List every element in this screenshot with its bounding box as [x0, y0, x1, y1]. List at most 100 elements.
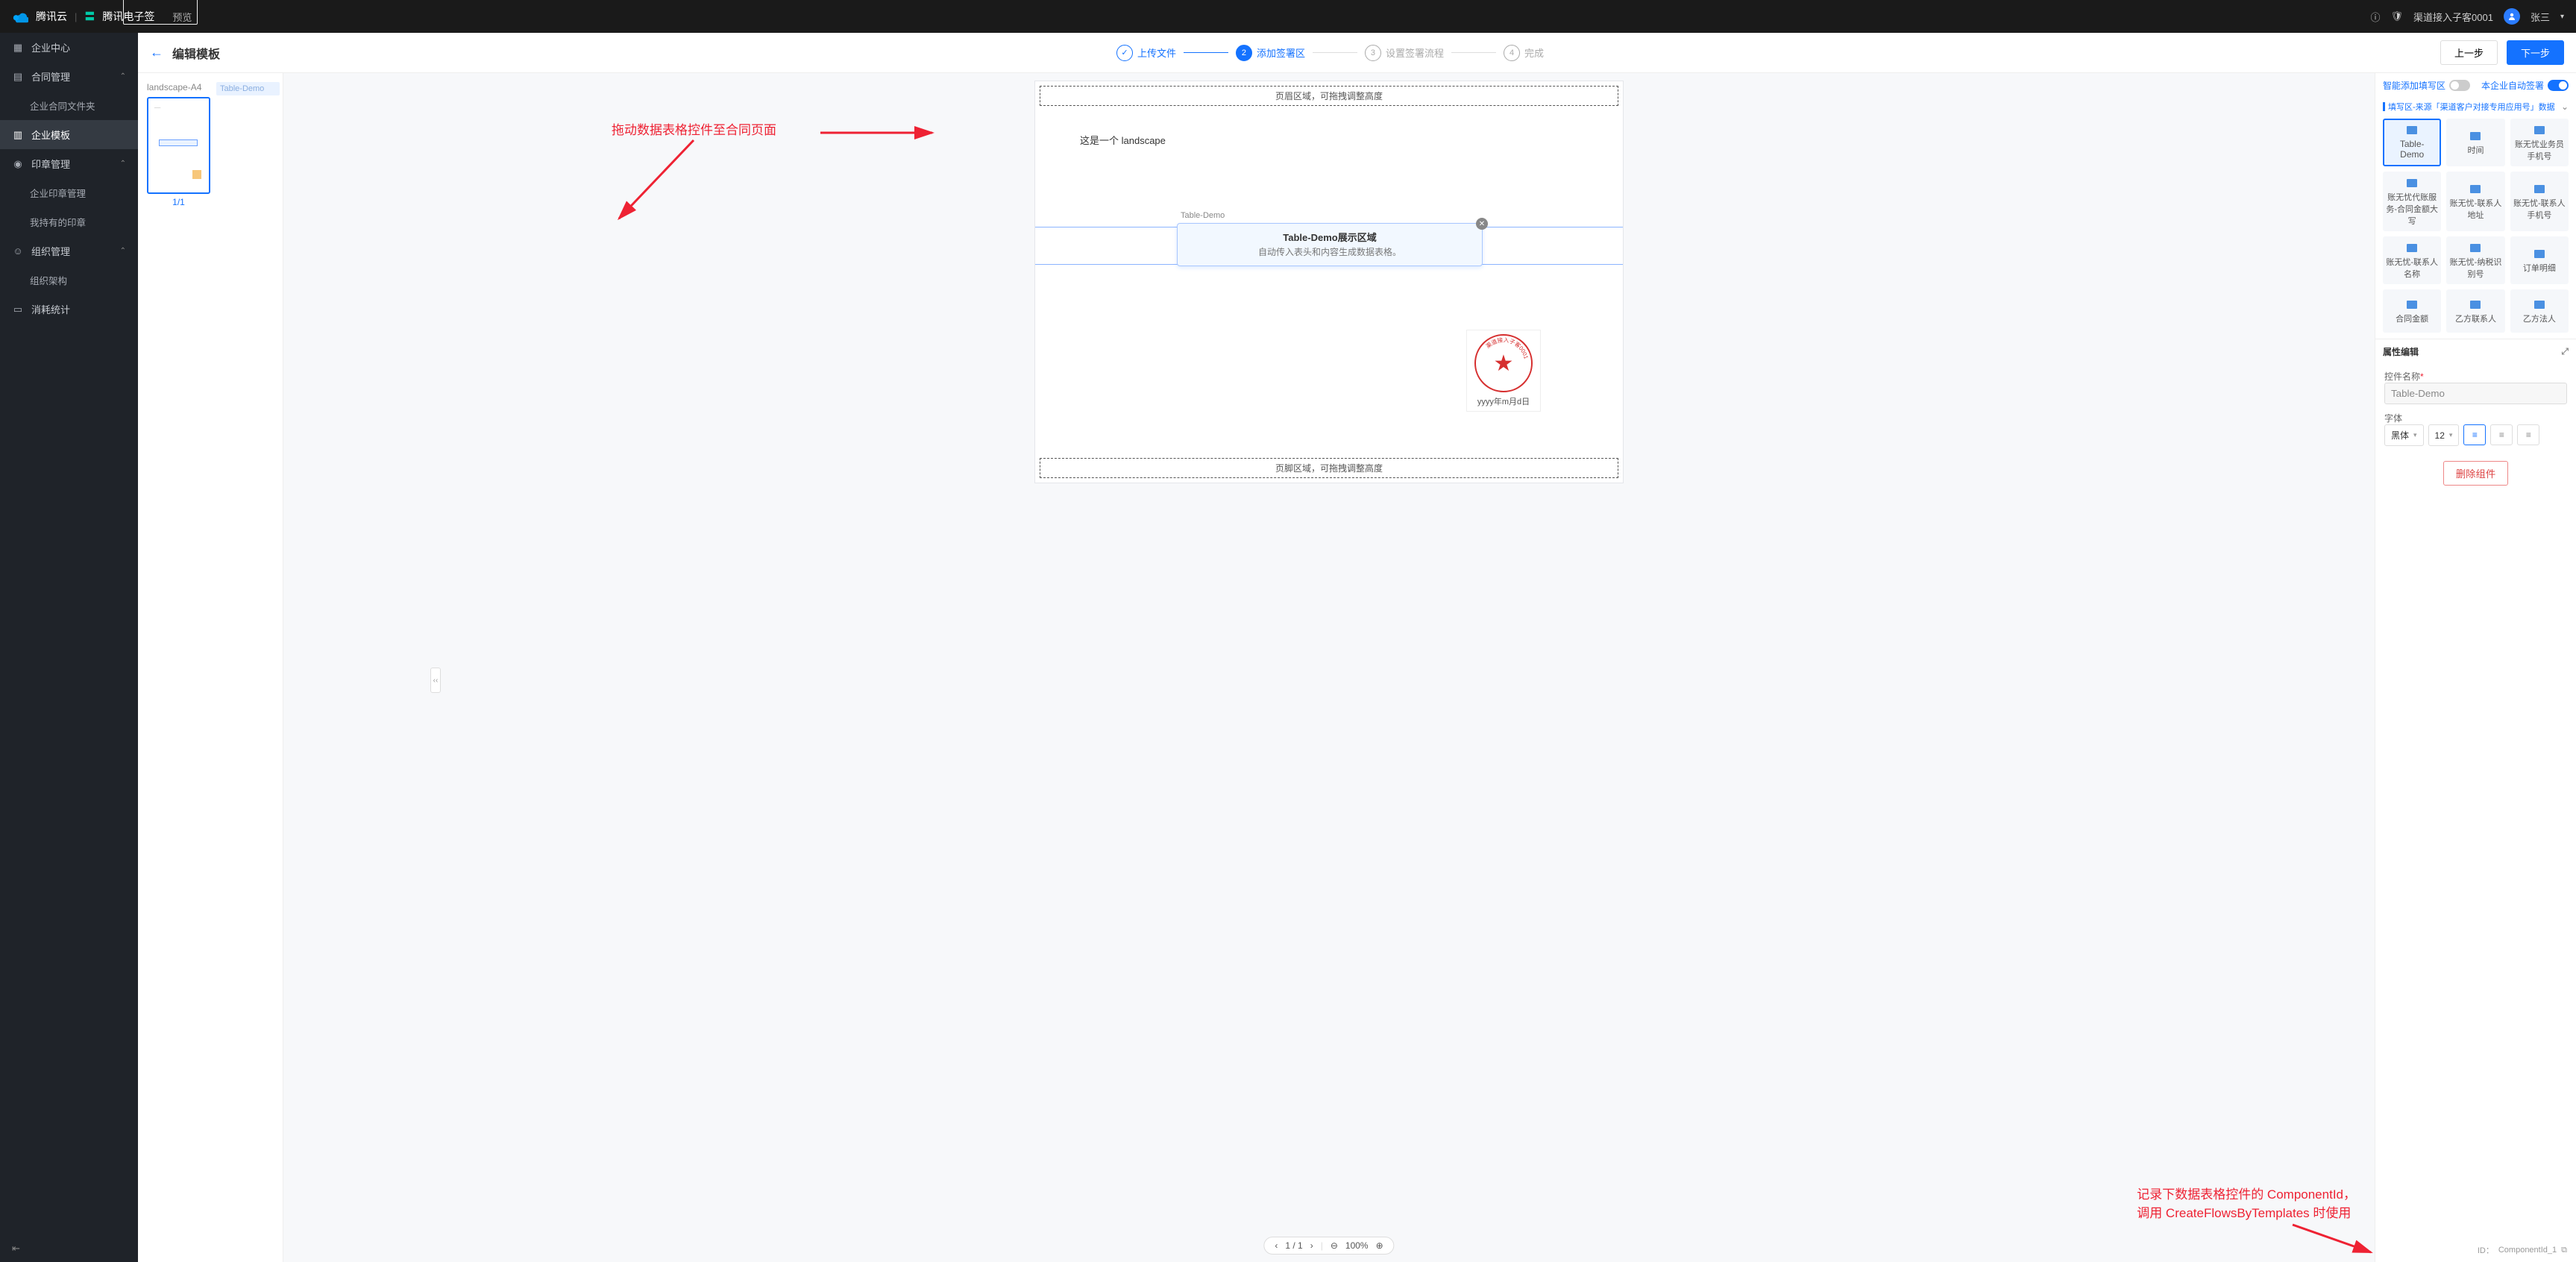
step-3[interactable]: 3设置签署流程: [1365, 45, 1444, 61]
check-icon: ✓: [1116, 45, 1133, 61]
annotation-1: 拖动数据表格控件至合同页面: [612, 119, 776, 138]
component-id-row: ID：ComponentId_1 ⧉: [2375, 1238, 2576, 1262]
svg-text:渠道接入子客0001: 渠道接入子客0001: [1484, 336, 1530, 360]
zoom-out-icon[interactable]: ⊖: [1331, 1240, 1338, 1251]
field-contract-amount[interactable]: 合同金额: [2383, 289, 2441, 333]
field-phone[interactable]: 账无忧业务员手机号: [2510, 119, 2569, 166]
nav-seal-mgmt[interactable]: ◉印章管理⌃: [0, 149, 138, 178]
nav-org-structure[interactable]: 组织架构: [0, 266, 138, 295]
sidebar: ▦企业中心 ▤合同管理⌃ 企业合同文件夹 ▥企业模板 ◉印章管理⌃ 企业印章管理…: [0, 33, 138, 1262]
chart-icon: ▭: [12, 304, 24, 316]
component-id: ComponentId_1: [2498, 1246, 2557, 1255]
avatar[interactable]: [2504, 8, 2520, 25]
steps: ✓上传文件 2添加签署区 3设置签署流程 4完成: [229, 45, 2431, 61]
align-center-button[interactable]: ≡: [2490, 424, 2513, 445]
field-address[interactable]: 账无忧-联系人地址: [2446, 172, 2504, 231]
nav-enterprise-template[interactable]: ▥企业模板: [0, 120, 138, 149]
doc-icon: ▤: [12, 71, 24, 83]
field-icon: [2407, 126, 2417, 134]
next-button[interactable]: 下一步: [2507, 40, 2564, 65]
step-2[interactable]: 2添加签署区: [1236, 45, 1305, 61]
field-icon: [2534, 301, 2545, 309]
footer-zone[interactable]: 页脚区域，可拖拽调整高度: [1040, 458, 1618, 478]
chevron-up-icon: ⌃: [120, 72, 126, 81]
field-amount-cn[interactable]: 账无忧代账服务-合同金额大写: [2383, 172, 2441, 231]
field-grid: Table-Demo 时间 账无忧业务员手机号 账无忧代账服务-合同金额大写 账…: [2375, 119, 2576, 339]
auto-sign-label: 本企业自动签署: [2481, 79, 2544, 92]
shield-icon: 🛡: [2391, 10, 2404, 22]
prev-button[interactable]: 上一步: [2440, 40, 2498, 65]
field-order-detail[interactable]: 订单明细: [2510, 236, 2569, 284]
align-left-button[interactable]: ≡: [2463, 424, 2486, 445]
field-party-b-contact[interactable]: 乙方联系人: [2446, 289, 2504, 333]
field-party-b-legal[interactable]: 乙方法人: [2510, 289, 2569, 333]
field-table-demo[interactable]: Table-Demo: [2383, 119, 2441, 166]
auto-sign-toggle[interactable]: [2548, 80, 2569, 91]
collapse-handle[interactable]: ‹‹: [430, 668, 441, 693]
nav-contract-mgmt[interactable]: ▤合同管理⌃: [0, 62, 138, 91]
nav-usage-stats[interactable]: ▭消耗统计: [0, 295, 138, 324]
field-icon: [2470, 244, 2481, 252]
chevron-up-icon: ⌃: [120, 247, 126, 255]
prev-page-icon[interactable]: ‹: [1275, 1240, 1278, 1251]
seal-widget[interactable]: ★ 渠道接入子客0001 yyyy年m月d日: [1466, 330, 1541, 412]
field-icon: [2407, 301, 2417, 309]
page-title: 编辑模板: [172, 44, 220, 62]
chevron-icon: ⤢: [2561, 346, 2569, 357]
sidebar-collapse[interactable]: ⇤: [0, 1235, 138, 1262]
font-size-select[interactable]: 12▾: [2428, 424, 2460, 446]
step-4[interactable]: 4完成: [1504, 45, 1544, 61]
smart-fill-label: 智能添加填写区: [2383, 79, 2445, 92]
chevron-down-icon[interactable]: ▾: [2560, 13, 2564, 21]
field-icon: [2470, 132, 2481, 140]
font-family-select[interactable]: 黑体▾: [2384, 424, 2424, 446]
field-contact-phone[interactable]: 账无忧-联系人手机号: [2510, 172, 2569, 231]
layer-item[interactable]: 印章: [123, 0, 198, 25]
nav-org-mgmt[interactable]: ☺组织管理⌃: [0, 236, 138, 266]
stamp-date: yyyy年m月d日: [1477, 395, 1530, 407]
source-header[interactable]: 填写区-来源「渠道客户对接专用应用号」数据 ⌄: [2375, 98, 2576, 119]
template-icon: ▥: [12, 129, 24, 141]
back-arrow-icon[interactable]: ←: [150, 45, 163, 60]
smart-fill-toggle[interactable]: [2449, 80, 2470, 91]
zoom-in-icon[interactable]: ⊕: [1376, 1240, 1383, 1251]
user-name[interactable]: 张三: [2531, 10, 2550, 24]
layer-list: Table-Demo 印章: [216, 82, 280, 98]
field-tax-id[interactable]: 账无忧-纳税识别号: [2446, 236, 2504, 284]
header-zone[interactable]: 页眉区域，可拖拽调整高度: [1040, 86, 1618, 106]
zoom-level: 100%: [1345, 1240, 1369, 1251]
right-panel: 智能添加填写区 本企业自动签署 填写区-来源「渠道客户对接专用应用号」数据 ⌄ …: [2375, 73, 2576, 1262]
next-page-icon[interactable]: ›: [1310, 1240, 1313, 1251]
org-name[interactable]: 渠道接入子客0001: [2413, 10, 2493, 24]
prop-header[interactable]: 属性编辑 ⤢: [2375, 339, 2576, 364]
nav-my-seal[interactable]: 我持有的印章: [0, 207, 138, 236]
field-icon: [2534, 126, 2545, 134]
annotation-2: 记录下数据表格控件的 ComponentId， 调用 CreateFlowsBy…: [2137, 1184, 2356, 1221]
name-input[interactable]: [2384, 383, 2567, 404]
thumb-pager: 1/1: [147, 197, 210, 207]
field-icon: [2407, 179, 2417, 187]
align-right-button[interactable]: ≡: [2517, 424, 2539, 445]
brand-cloud: 腾讯云: [36, 9, 67, 24]
field-icon: [2534, 250, 2545, 258]
field-icon: [2470, 301, 2481, 309]
field-time[interactable]: 时间: [2446, 119, 2504, 166]
chevron-up-icon: ⌃: [120, 160, 126, 168]
field-icon: [2407, 244, 2417, 252]
nav-enterprise-seal[interactable]: 企业印章管理: [0, 178, 138, 207]
page-thumbnail[interactable]: ___: [147, 97, 210, 194]
nav-enterprise-center[interactable]: ▦企业中心: [0, 33, 138, 62]
copy-icon[interactable]: ⧉: [2561, 1246, 2567, 1255]
layer-item[interactable]: Table-Demo: [216, 82, 280, 95]
widget-desc: 自动传入表头和内容生成数据表格。: [1178, 245, 1482, 266]
close-icon[interactable]: ✕: [1476, 218, 1488, 230]
step-1[interactable]: ✓上传文件: [1116, 45, 1176, 61]
nav-contract-folder[interactable]: 企业合同文件夹: [0, 91, 138, 120]
document-page[interactable]: 页眉区域，可拖拽调整高度 这是一个 landscape Table-Demo ✕…: [1034, 81, 1624, 483]
help-icon[interactable]: ⓘ: [2371, 10, 2381, 24]
field-contact-name[interactable]: 账无忧-联系人名称: [2383, 236, 2441, 284]
field-icon: [2470, 185, 2481, 193]
table-widget[interactable]: Table-Demo ✕ Table-Demo展示区域 自动传入表头和内容生成数…: [1177, 223, 1483, 266]
seal-icon: ◉: [12, 158, 24, 170]
delete-button[interactable]: 删除组件: [2443, 461, 2508, 486]
